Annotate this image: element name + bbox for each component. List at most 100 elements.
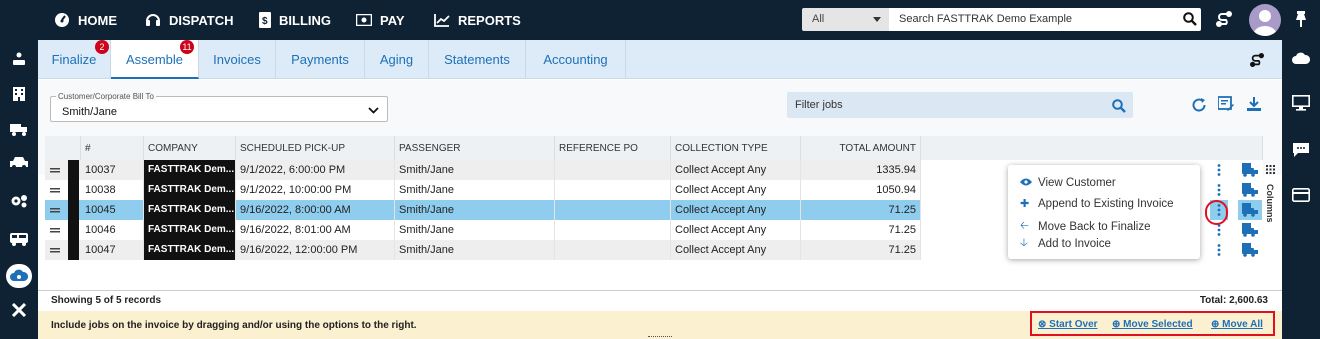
tab-assemble-badge: 11 (180, 40, 194, 54)
cell-collection: Collect Accept Any (671, 240, 801, 260)
drag-handle-icon[interactable] (45, 160, 68, 180)
cell-pickup: 9/1/2022, 10:00:00 PM (236, 180, 395, 200)
tab-finalize[interactable]: Finalize 2 (38, 40, 111, 79)
column-header-company[interactable]: COMPANY (144, 136, 236, 160)
cell-ref (555, 180, 671, 200)
assemble-hint-bar: Include jobs on the invoice by dragging … (38, 311, 1282, 339)
row-color-marker (68, 240, 79, 260)
move-all-link[interactable]: ⊕ Move All (1211, 319, 1263, 330)
nav-dispatch[interactable]: DISPATCH (145, 0, 234, 40)
building-icon[interactable] (10, 86, 28, 102)
avatar[interactable] (1249, 4, 1281, 36)
table-row[interactable]: 10045 FASTTRAK Dem... 9/16/2022, 8:00:00 A… (45, 200, 921, 220)
vehicles-icon[interactable] (9, 121, 29, 137)
column-header-reference[interactable]: REFERENCE PO (555, 136, 671, 160)
move-all-label: Move All (1222, 319, 1263, 330)
customer-select-value: Smith/Jane (62, 106, 118, 118)
credit-card-icon[interactable] (1291, 187, 1311, 203)
chat-icon[interactable] (1291, 141, 1311, 159)
monitor-icon[interactable] (1291, 94, 1311, 112)
column-header-collection-label: COLLECTION TYPE (675, 143, 768, 154)
filter-jobs-placeholder: Filter jobs (795, 99, 843, 111)
nav-reports-label: REPORTS (458, 12, 521, 28)
column-header-actions (1207, 136, 1263, 160)
search-icon[interactable] (1182, 11, 1198, 27)
org-chart-icon[interactable] (10, 51, 28, 67)
nav-billing-label: BILLING (279, 12, 331, 28)
cell-amount: 71.25 (801, 220, 921, 240)
column-header-pickup-label: SCHEDULED PICK-UP (240, 143, 346, 154)
row-color-marker (68, 200, 79, 220)
circle-plus-icon: ⊕ (1112, 319, 1124, 330)
row-menu-kebab-icon[interactable] (1210, 240, 1228, 260)
table-row[interactable]: 10047 FASTTRAK Dem... 9/16/2022, 12:00:00 … (45, 240, 921, 260)
column-header-pickup[interactable]: SCHEDULED PICK-UP (236, 136, 395, 160)
records-total: Total: 2,600.63 (1199, 295, 1268, 306)
start-over-link[interactable]: ⊗ Start Over (1038, 319, 1098, 330)
route-icon[interactable] (1213, 9, 1235, 29)
refresh-icon[interactable] (1190, 96, 1208, 114)
tab-accounting[interactable]: Accounting (526, 40, 626, 79)
cell-id: 10037 (81, 160, 144, 180)
table-row[interactable]: 10046 FASTTRAK Dem... 9/16/2022, 8:01:00 A… (45, 220, 921, 240)
tab-invoices[interactable]: Invoices (199, 40, 276, 79)
row-dispatch-icon[interactable] (1238, 200, 1262, 220)
drag-handle-icon[interactable] (45, 180, 68, 200)
gears-icon[interactable] (9, 193, 29, 209)
table-row[interactable]: 10038 FASTTRAK Dem... 9/1/2022, 10:00:00 P… (45, 180, 921, 200)
cloud-icon[interactable] (1291, 50, 1311, 66)
export-icon[interactable] (1245, 95, 1263, 113)
search-category-select[interactable]: All (802, 8, 889, 31)
column-header-passenger[interactable]: PASSENGER (395, 136, 555, 160)
filter-jobs-input[interactable]: Filter jobs (787, 92, 1133, 118)
cell-collection: Collect Accept Any (671, 200, 801, 220)
columns-panel-toggle[interactable]: Columns (1263, 160, 1277, 223)
nav-home[interactable]: HOME (54, 0, 117, 40)
move-selected-link[interactable]: ⊕ Move Selected (1112, 319, 1193, 330)
nav-reports[interactable]: REPORTS (434, 0, 521, 40)
tab-assemble[interactable]: Assemble 11 (111, 40, 199, 79)
search-category-value: All (812, 13, 825, 25)
cell-company: FASTTRAK Dem... (144, 160, 236, 180)
route-icon[interactable] (1246, 52, 1268, 68)
column-header-id[interactable]: # (81, 136, 144, 160)
menu-view-customer[interactable]: View Customer (1020, 177, 1116, 189)
tab-payments[interactable]: Payments (276, 40, 365, 79)
cell-collection: Collect Accept Any (671, 220, 801, 240)
edit-list-icon[interactable] (1217, 95, 1235, 113)
row-menu-kebab-icon[interactable] (1210, 160, 1228, 180)
drag-handle-icon[interactable] (45, 220, 68, 240)
nav-billing[interactable]: $ BILLING (259, 0, 331, 40)
tab-finalize-badge: 2 (95, 40, 109, 54)
assemble-hint-text: Include jobs on the invoice by dragging … (51, 320, 417, 331)
row-dispatch-icon[interactable] (1238, 160, 1262, 180)
tools-icon[interactable] (10, 302, 28, 318)
row-dispatch-icon[interactable] (1238, 180, 1262, 200)
customer-select-label: Customer/Corporate Bill To (56, 92, 156, 101)
pin-icon[interactable] (1293, 10, 1309, 28)
drag-handle-icon[interactable] (45, 200, 68, 220)
eye-icon (1020, 177, 1038, 189)
table-row[interactable]: 10037 FASTTRAK Dem... 9/1/2022, 6:00:00 PM… (45, 160, 921, 180)
search-icon[interactable] (1111, 98, 1127, 114)
tab-aging[interactable]: Aging (365, 40, 429, 79)
car-icon[interactable] (9, 155, 29, 171)
column-header-amount[interactable]: TOTAL AMOUNT (801, 136, 921, 160)
cloud-sync-icon[interactable] (6, 264, 32, 288)
drag-handle-icon[interactable] (45, 240, 68, 260)
nav-pay[interactable]: PAY (356, 0, 405, 40)
tab-assemble-label: Assemble (125, 52, 184, 67)
chevron-down-icon[interactable] (366, 104, 380, 116)
menu-append-existing-invoice[interactable]: ✚ Append to Existing Invoice (1020, 197, 1174, 211)
tab-statements[interactable]: Statements (429, 40, 526, 79)
billing-tabs: Finalize 2 Assemble 11 Invoices Payments… (38, 40, 1282, 79)
tab-aging-label: Aging (379, 52, 414, 67)
tab-invoices-label: Invoices (213, 52, 261, 67)
row-dispatch-icon[interactable] (1238, 240, 1262, 260)
row-dispatch-icon[interactable] (1238, 220, 1262, 240)
global-search-input[interactable]: Search FASTTRAK Demo Example (889, 8, 1201, 31)
menu-add-to-invoice[interactable]: 🡣 Add to Invoice (1020, 234, 1111, 253)
bus-icon[interactable] (9, 231, 29, 247)
column-header-collection[interactable]: COLLECTION TYPE (671, 136, 801, 160)
row-menu-kebab-icon[interactable] (1210, 180, 1228, 200)
